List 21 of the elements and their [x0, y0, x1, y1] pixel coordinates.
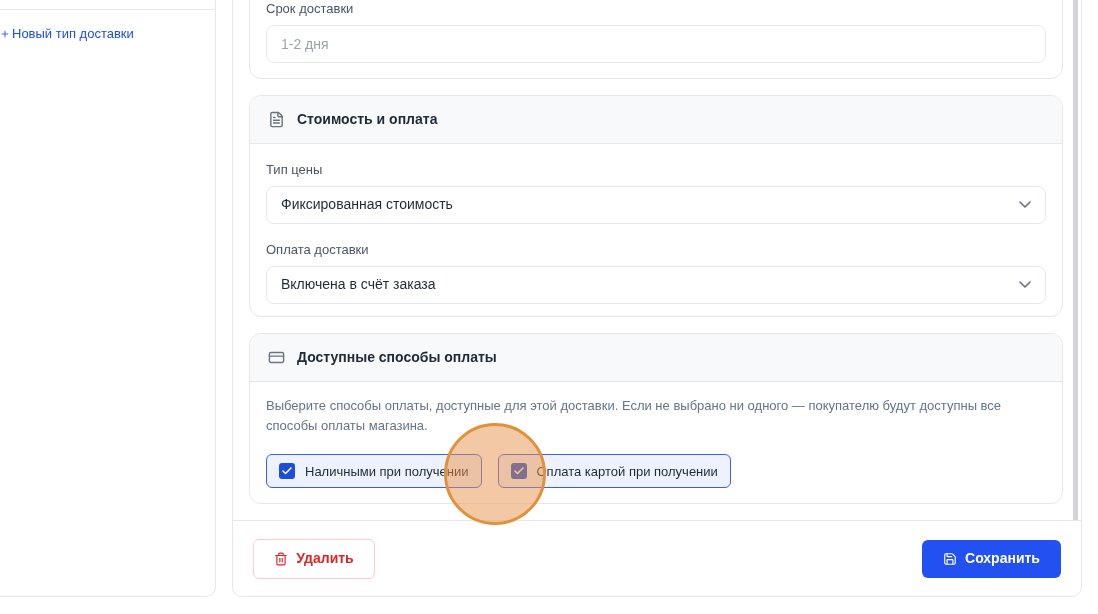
chevron-down-icon [1019, 201, 1031, 209]
document-icon [268, 110, 285, 128]
save-icon [943, 551, 957, 566]
new-delivery-type-link[interactable]: Новый тип доставки [0, 24, 215, 44]
trash-icon [274, 551, 289, 566]
plus-icon [0, 28, 10, 39]
section-description: Выберите способы оплаты, доступные для этой доставки. Если не выбрано ни одного — покупателю будут доступны все способы оплаты магазина. [266, 397, 1003, 436]
section-title: Доступные способы оплаты [297, 348, 497, 368]
field-label: Оплата доставки [266, 241, 370, 258]
field-label: Срок доставки [266, 1, 355, 17]
select-field[interactable]: Фиксированная стоимость [266, 185, 1046, 224]
save-button[interactable]: Сохранить [922, 539, 1061, 578]
section-title: Стоимость и оплата [297, 109, 438, 129]
field-label: Тип цены [266, 161, 324, 178]
input-field[interactable]: 1-2 дня [266, 25, 1046, 63]
scrollbar[interactable] [1073, 0, 1078, 520]
chevron-down-icon [1019, 281, 1031, 289]
checkbox[interactable] [510, 463, 527, 480]
select-field[interactable]: Включена в счёт заказа [266, 265, 1046, 304]
delete-button[interactable]: Удалить [253, 538, 375, 579]
checkbox[interactable] [279, 463, 295, 480]
